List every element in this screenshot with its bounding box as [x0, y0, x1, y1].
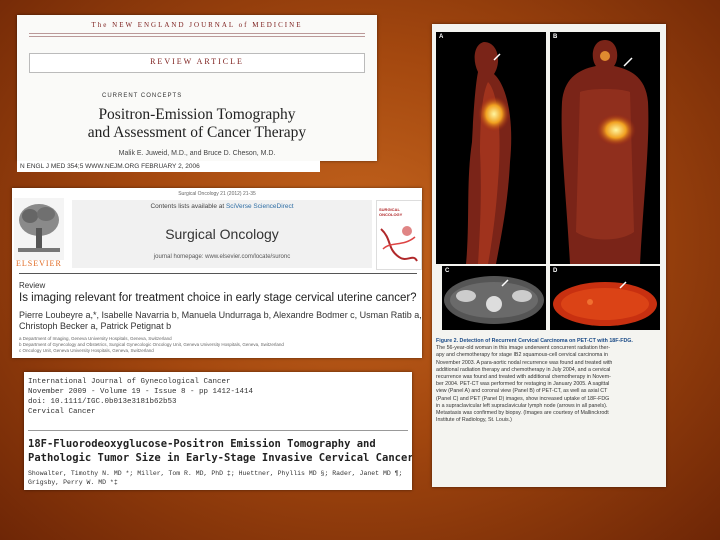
- ijgc-journal: International Journal of Gynecological C…: [28, 378, 231, 386]
- pet-panel-a-sagittal: A: [436, 32, 546, 264]
- contents-prefix: Contents lists available at: [150, 203, 226, 210]
- ijgc-category: Cervical Cancer: [28, 408, 96, 416]
- nejm-section: REVIEW ARTICLE: [150, 57, 244, 66]
- elsevier-logo-text: ELSEVIER: [16, 259, 62, 268]
- ijgc-authors-line2: Grigsby, Perry W. MD *‡: [28, 479, 118, 486]
- nejm-title-line2: and Assessment of Cancer Therapy: [87, 124, 307, 141]
- authors-line1: Pierre Loubeyre a,*, Isabelle Navarria b…: [19, 310, 422, 320]
- divider: [19, 273, 417, 274]
- ijgc-issue: November 2009 - Volume 19 - Issue 8 - pp…: [28, 388, 254, 396]
- ijgc-authors-line1: Showalter, Timothy N. MD *; Miller, Tom …: [28, 470, 403, 477]
- authors-line2: Christoph Becker a, Patrick Petignat b: [19, 321, 172, 331]
- journal-citation: Surgical Oncology 21 (2012) 21-35: [178, 191, 256, 197]
- nejm-series: CURRENT CONCEPTS: [102, 93, 183, 99]
- panel-label: C: [445, 268, 450, 274]
- nejm-title-line1: Positron-Emission Tomography: [98, 106, 296, 123]
- journal-name: Surgical Oncology: [165, 226, 279, 242]
- journal-cover-image: SURGICAL ONCOLOGY: [376, 200, 422, 270]
- sciencedirect-link[interactable]: SciVerse ScienceDirect: [226, 203, 294, 210]
- elsevier-article-header: Surgical Oncology 21 (2012) 21-35 ELSEVI…: [12, 188, 422, 358]
- pet-ct-figure: A B C D Figure 2. Detection of Recurrent…: [432, 24, 666, 487]
- journal-banner: Contents lists available at SciVerse Sci…: [72, 200, 372, 268]
- caption-line: November 2003. A para-aortic nodal recur…: [436, 359, 613, 366]
- caption-line: view (Panel A) and coronal view (Panel B…: [436, 388, 608, 395]
- article-title: Is imaging relevant for treatment choice…: [19, 292, 417, 304]
- divider: [28, 430, 408, 431]
- figure-caption: Figure 2. Detection of Recurrent Cervica…: [436, 338, 662, 424]
- caption-line: additional radiation therapy and chemoth…: [436, 366, 611, 373]
- nejm-journal-title: The NEW ENGLAND JOURNAL of MEDICINE: [91, 21, 303, 29]
- nejm-authors: Malik E. Juweid, M.D., and Bruce D. Ches…: [118, 150, 276, 157]
- ct-panel-c-axial: C: [442, 266, 546, 330]
- caption-line: ber 2004. PET-CT was performed for resta…: [436, 381, 610, 388]
- caption-line: (Panel C) and PET (Panel D) images, show…: [436, 395, 610, 402]
- cover-artwork-icon: [380, 226, 418, 262]
- caption-line: recurrence was found and treated with ad…: [436, 374, 611, 381]
- caption-line: Metastasis was confirmed by biopsy. (Ima…: [436, 410, 609, 417]
- cover-title: SURGICAL ONCOLOGY: [379, 207, 403, 217]
- contents-line: Contents lists available at SciVerse Sci…: [72, 203, 372, 210]
- nejm-article-header: The NEW ENGLAND JOURNAL of MEDICINE REVI…: [17, 15, 377, 161]
- affiliation: b Department of Gynecology and Obstetric…: [19, 342, 284, 347]
- pet-panel-d-axial: D: [550, 266, 660, 330]
- nejm-footer: N ENGL J MED 354;5 WWW.NEJM.ORG FEBRUARY…: [17, 161, 320, 172]
- caption-title: Figure 2. Detection of Recurrent Cervica…: [436, 338, 633, 344]
- divider: [29, 33, 365, 34]
- article-type: Review: [19, 281, 46, 290]
- journal-homepage[interactable]: journal homepage: www.elsevier.com/locat…: [72, 254, 372, 260]
- affiliation: c Oncology Unit, Geneva University Hospi…: [19, 348, 154, 353]
- caption-line: The 56-year-old woman in this image unde…: [436, 345, 611, 352]
- elsevier-tree-logo-icon: [14, 198, 64, 260]
- caption-line: apy and chemotherapy for stage IB2 squam…: [436, 352, 608, 359]
- caption-line: in a supraclavicular left supraclavicula…: [436, 402, 608, 409]
- ijgc-title-line1: 18F-Fluorodeoxyglucose-Positron Emission…: [28, 438, 376, 450]
- panel-label: B: [553, 34, 558, 40]
- ijgc-article-header: International Journal of Gynecological C…: [24, 372, 412, 490]
- pet-panel-b-coronal: B: [550, 32, 660, 264]
- divider: [29, 36, 365, 37]
- caption-line: Institute of Radiology, St. Louis.): [436, 417, 512, 424]
- ijgc-doi[interactable]: doi: 10.1111/IGC.0b013e3181b62b53: [28, 398, 177, 406]
- affiliation: a Department of Imaging, Geneva Universi…: [19, 336, 172, 341]
- arrow-icon: [623, 57, 633, 67]
- ijgc-title-line2: Pathologic Tumor Size in Early-Stage Inv…: [28, 452, 412, 464]
- panel-label: D: [553, 268, 558, 274]
- panel-label: A: [439, 34, 444, 40]
